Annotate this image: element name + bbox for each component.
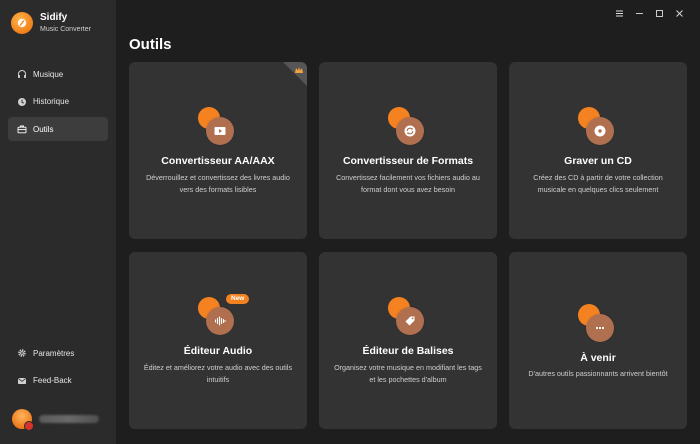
sidebar-nav: Musique Historique Outils <box>8 62 108 145</box>
card-title: Éditeur de Balises <box>362 345 454 357</box>
tag-icon <box>388 297 428 337</box>
sidebar: Sidify Music Converter Musique Historiqu… <box>0 0 116 444</box>
minimize-button[interactable] <box>630 7 648 19</box>
sidebar-item-feedback[interactable]: Feed-Back <box>8 369 108 393</box>
tool-card-coming-soon: À venir D'autres outils passionnants arr… <box>509 252 687 429</box>
window-controls <box>608 7 688 19</box>
sidebar-item-label: Historique <box>33 97 70 106</box>
user-account[interactable] <box>12 409 99 431</box>
new-badge: New <box>226 294 250 304</box>
sidebar-item-historique[interactable]: Historique <box>8 90 108 114</box>
tool-card-aa-aax-converter[interactable]: Convertisseur AA/AAX Déverrouillez et co… <box>129 62 307 239</box>
gear-icon <box>18 349 26 357</box>
sidebar-item-label: Musique <box>33 69 64 79</box>
sidebar-item-parametres[interactable]: Paramètres <box>8 341 108 365</box>
sidebar-item-outils[interactable]: Outils <box>8 117 108 141</box>
maximize-button[interactable] <box>650 7 668 19</box>
maximize-icon <box>655 9 663 17</box>
app-name: Sidify <box>40 12 68 23</box>
menu-icon <box>615 10 623 16</box>
tool-card-burn-cd[interactable]: Graver un CD Créez des CD à partir de vo… <box>509 62 687 239</box>
page-title: Outils <box>129 36 172 53</box>
card-description: Éditez et améliorez votre audio avec des… <box>143 363 293 384</box>
card-title: À venir <box>580 352 616 364</box>
card-description: Organisez votre musique en modifiant les… <box>334 363 482 384</box>
tool-card-audio-editor[interactable]: New Éditeur Audio Éditez et améliorez vo… <box>129 252 307 429</box>
more-icon <box>578 304 618 344</box>
tool-card-tag-editor[interactable]: Éditeur de Balises Organisez votre musiq… <box>319 252 497 429</box>
main-content: Outils Convertisseur AA/AAX Déverrouille… <box>116 0 700 444</box>
card-title: Éditeur Audio <box>183 345 253 357</box>
refresh-icon <box>388 107 428 147</box>
card-title: Graver un CD <box>564 155 632 167</box>
headphones-icon <box>18 70 26 78</box>
card-description: D'autres outils passionnants arrivent bi… <box>528 369 668 378</box>
menu-button[interactable] <box>610 7 628 19</box>
sidebar-item-label: Feed-Back <box>33 376 72 385</box>
close-button[interactable] <box>670 7 688 19</box>
notification-badge-icon <box>24 421 34 431</box>
sidebar-item-label: Outils <box>33 124 54 134</box>
card-description: Déverrouillez et convertissez des livres… <box>146 173 290 194</box>
user-name-redacted <box>39 415 99 423</box>
toolbox-icon <box>17 125 27 134</box>
card-title: Convertisseur de Formats <box>342 155 474 167</box>
waveform-icon: New <box>198 294 250 337</box>
avatar[interactable] <box>12 409 34 431</box>
mail-icon <box>18 377 26 384</box>
sidebar-item-label: Paramètres <box>33 348 75 358</box>
card-description: Convertissez facilement vos fichiers aud… <box>336 173 480 194</box>
app-subtitle: Music Converter <box>40 26 91 33</box>
disc-icon <box>578 107 618 147</box>
play-video-icon <box>198 107 238 147</box>
close-icon <box>675 9 683 17</box>
sidebar-item-musique[interactable]: Musique <box>8 62 108 86</box>
app-window: Sidify Music Converter Musique Historiqu… <box>0 0 700 444</box>
brand: Sidify Music Converter <box>11 12 91 34</box>
minimize-icon <box>635 12 643 14</box>
sidebar-bottom-nav: Paramètres Feed-Back <box>8 341 108 396</box>
crown-icon <box>295 67 303 73</box>
tool-card-format-converter[interactable]: Convertisseur de Formats Convertissez fa… <box>319 62 497 239</box>
sidify-logo-icon <box>11 12 33 34</box>
clock-icon <box>18 97 26 106</box>
card-description: Créez des CD à partir de votre collectio… <box>533 173 663 194</box>
card-title: Convertisseur AA/AAX <box>161 155 275 167</box>
